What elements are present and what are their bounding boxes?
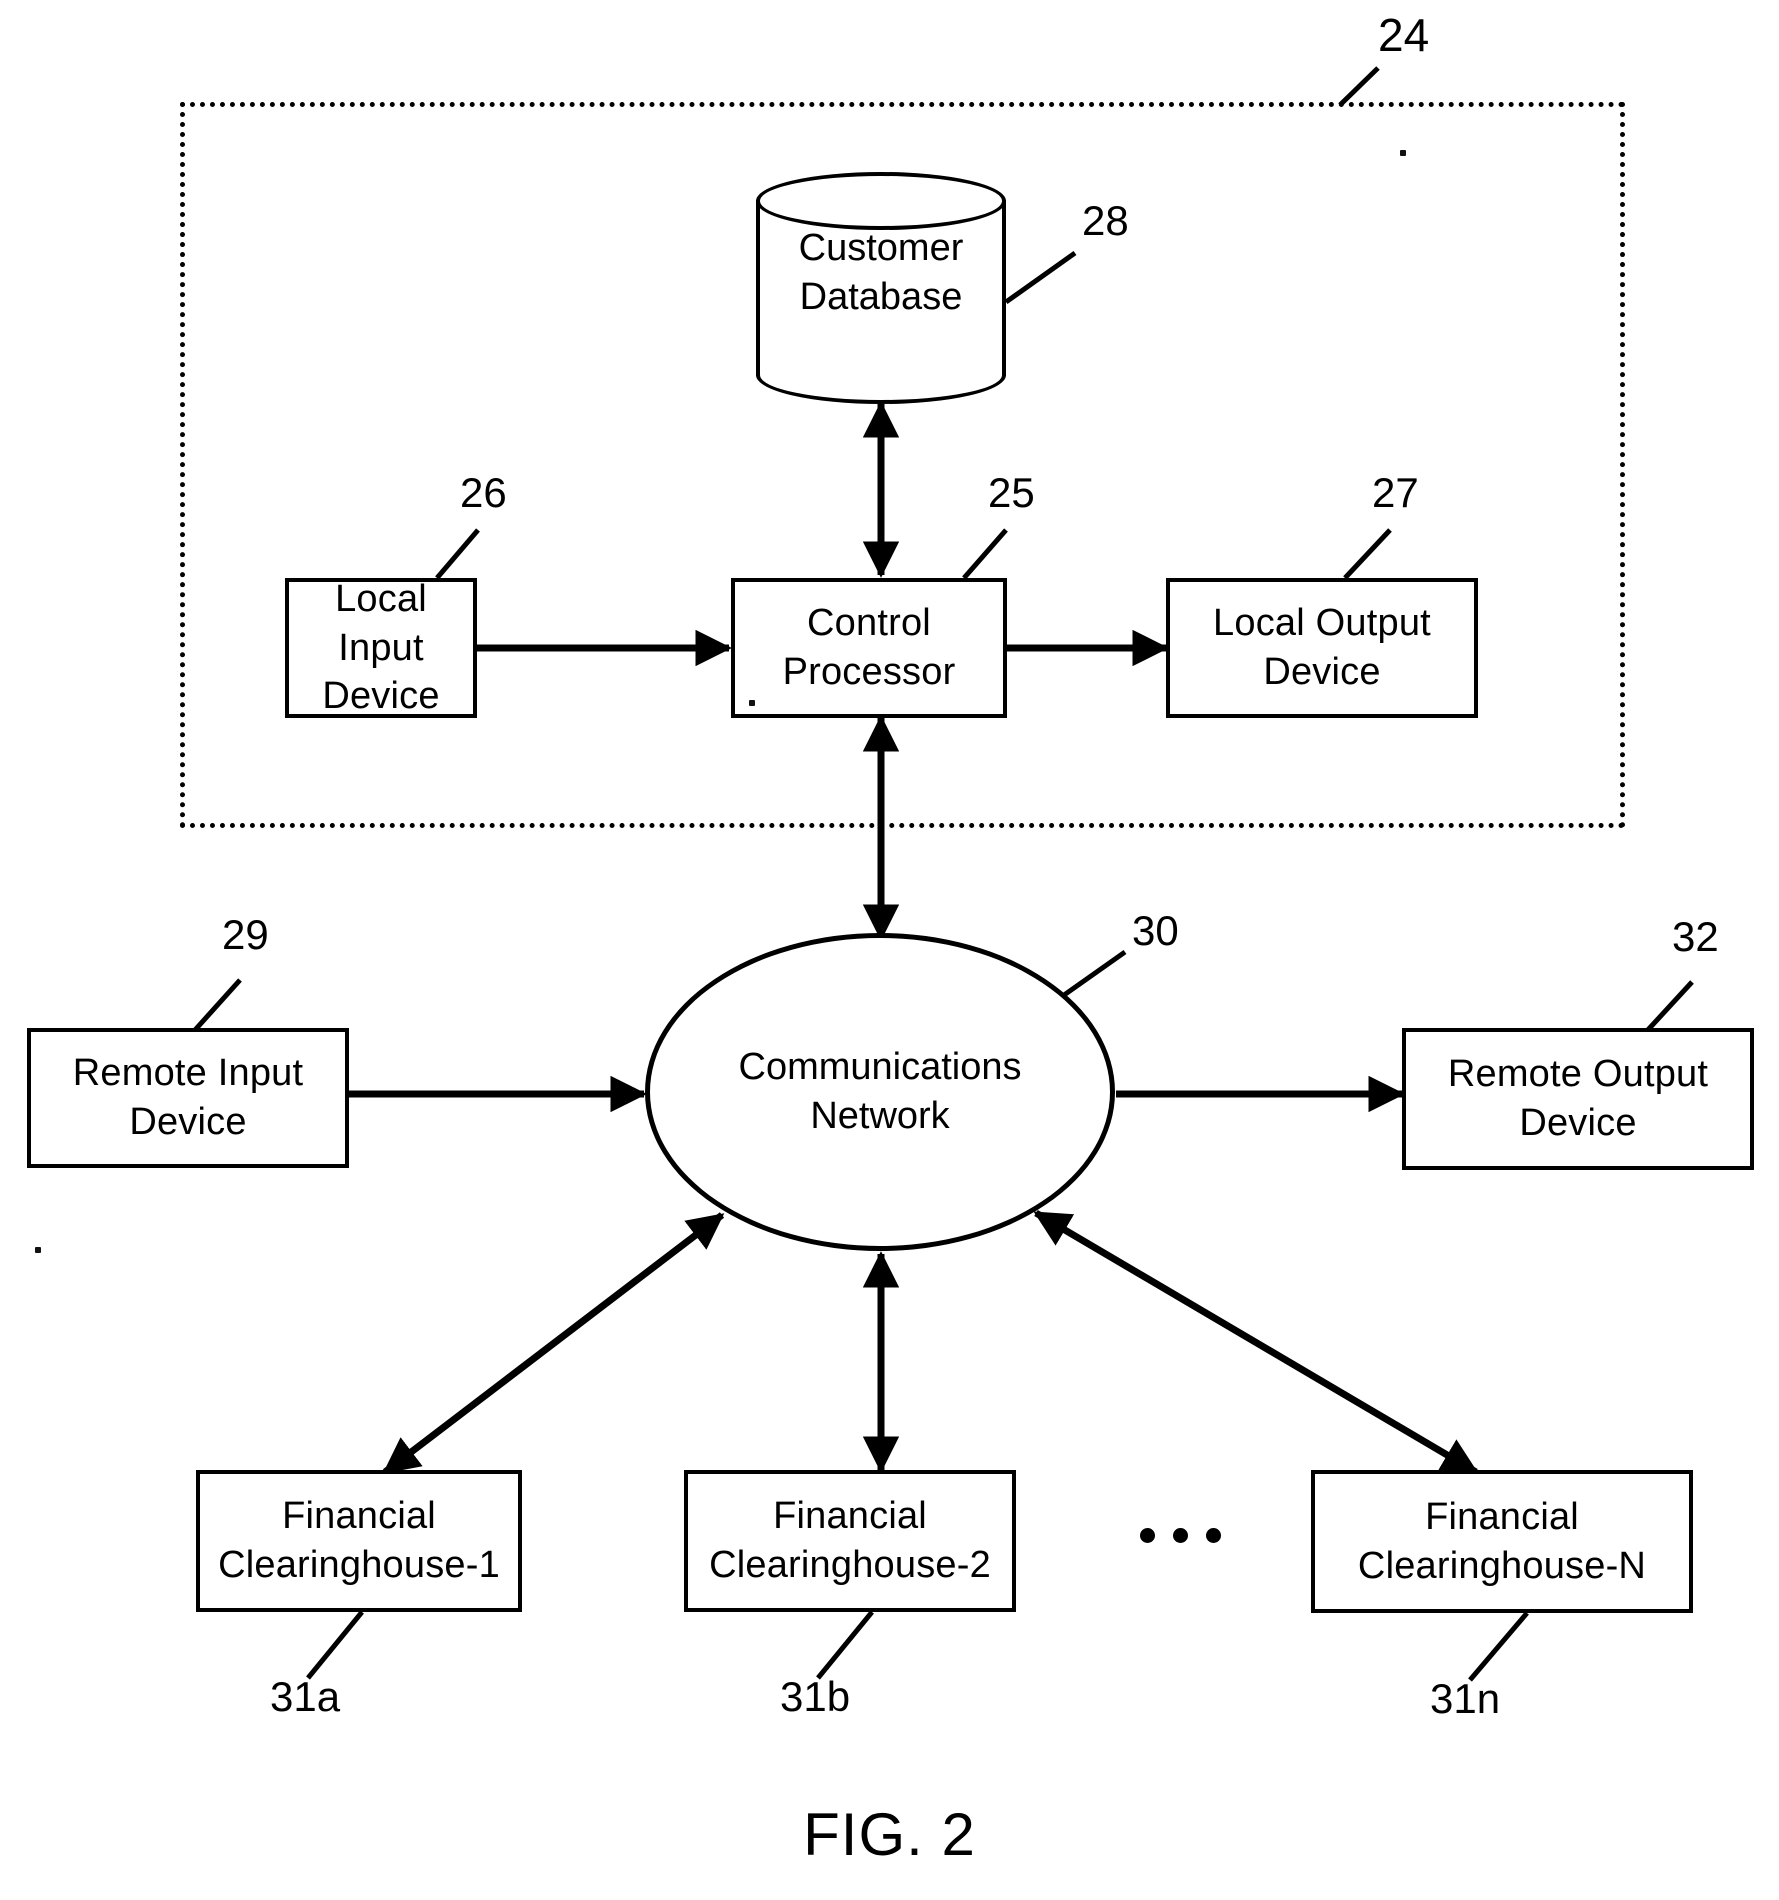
communications-network-node: Communications Network <box>645 933 1115 1251</box>
patent-figure-2: Customer Database --> Control Processor … <box>0 0 1779 1900</box>
financial-clearinghouse-n-label: Financial Clearinghouse-N <box>1357 1495 1647 1587</box>
scan-speck <box>1400 150 1406 156</box>
reference-numeral-27: 27 <box>1372 469 1419 516</box>
reference-numeral-29: 29 <box>222 911 269 958</box>
control-processor-node: Control Processor <box>731 578 1007 718</box>
financial-clearinghouse-n-node: Financial Clearinghouse-N <box>1311 1470 1693 1613</box>
leader-line-31n <box>1468 1611 1529 1682</box>
leader-line-30 <box>1055 949 1127 1003</box>
figure-caption: FIG. 2 <box>803 1801 976 1868</box>
leader-line-32 <box>1644 980 1694 1034</box>
reference-numeral-25: 25 <box>988 469 1035 516</box>
leader-line-31b <box>816 1610 874 1680</box>
ellipsis-dot-2 <box>1173 1528 1188 1543</box>
remote-output-device-node: Remote Output Device <box>1402 1028 1754 1170</box>
local-output-device-node: Local Output Device <box>1166 578 1478 718</box>
connector-network-clearinghouseN <box>1033 1209 1479 1476</box>
local-output-device-label: Local Output Device <box>1213 602 1431 693</box>
connector-network-clearinghouse1 <box>382 1212 725 1475</box>
remote-input-device-label: Remote Input Device <box>72 1052 304 1143</box>
ellipsis-dot-1 <box>1140 1528 1155 1543</box>
financial-clearinghouse-2-label: Financial Clearinghouse-2 <box>709 1495 991 1586</box>
reference-numeral-31n: 31n <box>1430 1675 1501 1722</box>
control-processor-label: Control Processor <box>782 602 956 693</box>
local-input-device-node: Local Input Device <box>285 578 477 718</box>
leader-line-24 <box>1338 66 1380 107</box>
local-input-device-label: Local Input Device <box>322 578 440 718</box>
communications-network-label: Communications Network <box>738 1045 1022 1137</box>
financial-clearinghouse-2-node: Financial Clearinghouse-2 <box>684 1470 1016 1612</box>
reference-numeral-30: 30 <box>1132 907 1179 954</box>
customer-database-label: Customer Database <box>798 227 964 319</box>
reference-numeral-31b: 31b <box>780 1673 851 1720</box>
leader-line-29 <box>193 978 242 1032</box>
financial-clearinghouse-1-label: Financial Clearinghouse-1 <box>218 1495 500 1586</box>
reference-numeral-26: 26 <box>460 469 507 516</box>
cylinder-top-ellipse <box>756 172 1006 230</box>
leader-line-31a <box>306 1610 364 1680</box>
ellipsis-indicator <box>1140 1528 1221 1543</box>
scan-speck <box>749 700 755 706</box>
reference-numeral-24: 24 <box>1378 9 1430 61</box>
remote-output-device-label: Remote Output Device <box>1447 1053 1709 1144</box>
reference-numeral-32: 32 <box>1672 913 1719 960</box>
ellipsis-dot-3 <box>1206 1528 1221 1543</box>
remote-input-device-node: Remote Input Device <box>27 1028 349 1168</box>
scan-speck <box>35 1247 41 1253</box>
financial-clearinghouse-1-node: Financial Clearinghouse-1 <box>196 1470 522 1612</box>
reference-numeral-28: 28 <box>1082 197 1129 244</box>
customer-database-node: Customer Database <box>756 172 1006 404</box>
reference-numeral-31a: 31a <box>270 1673 341 1720</box>
